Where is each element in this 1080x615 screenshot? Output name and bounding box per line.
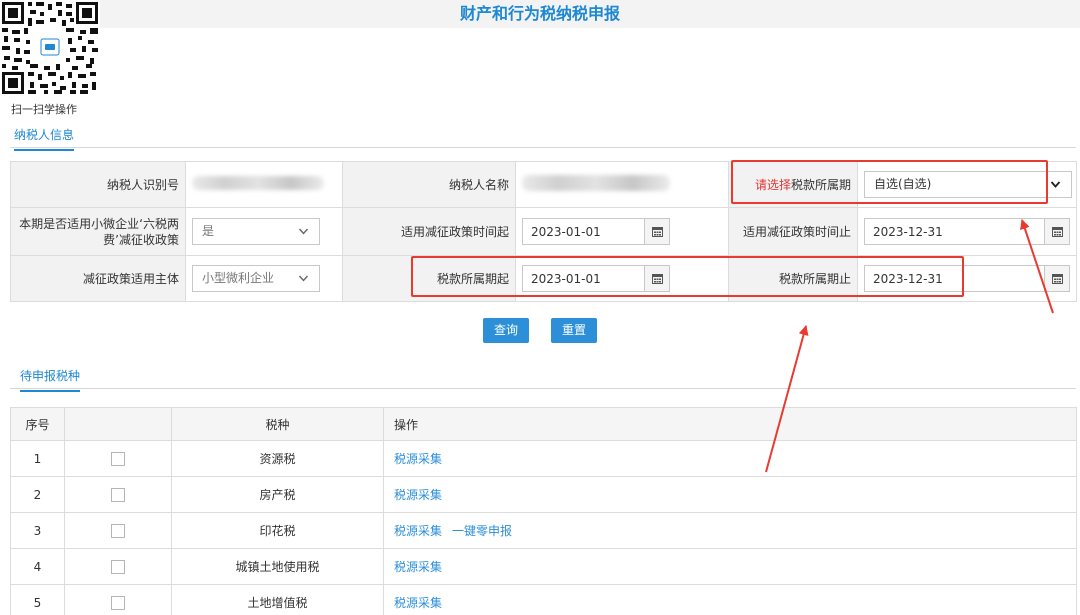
table-row: 5 土地增值税 税源采集 [10, 584, 1077, 615]
row-checkbox-cell [64, 440, 172, 477]
section-divider [10, 147, 1076, 148]
chevron-down-icon [298, 266, 309, 300]
taxpayer-info-table: 纳税人识别号 纳税人名称 请选择税款所属期 自选(自选) 本期是否适用小微企业‘… [10, 161, 1077, 302]
row-actions: 税源采集 [383, 548, 1077, 585]
row-seq: 2 [10, 476, 65, 513]
calendar-icon[interactable] [1044, 218, 1070, 245]
qr-code-icon [0, 0, 100, 96]
header-seq: 序号 [10, 407, 65, 441]
period-select-cell: 自选(自选) [857, 161, 1077, 208]
row-checkbox-cell [64, 584, 172, 615]
period-end-label: 税款所属期止 [728, 255, 858, 302]
row-checkbox-cell [64, 476, 172, 513]
relief-subject-select[interactable]: 小型微利企业 [192, 265, 320, 292]
source-collect-link[interactable]: 税源采集 [394, 488, 442, 502]
page-title: 财产和行为税纳税申报 [459, 4, 620, 23]
relief-start-input[interactable] [522, 218, 644, 245]
pending-tax-table: 序号 税种 操作 1 资源税 税源采集 2 房产税 税源采集 3 印花税 税源采… [10, 407, 1077, 615]
row-checkbox-cell [64, 512, 172, 549]
row-seq: 4 [10, 548, 65, 585]
calendar-icon[interactable] [644, 218, 670, 245]
taxpayer-name-label: 纳税人名称 [342, 161, 516, 208]
source-collect-link[interactable]: 税源采集 [394, 596, 442, 610]
header-tax: 税种 [171, 407, 384, 441]
row-actions: 税源采集 一键零申报 [383, 512, 1077, 549]
small-micro-label: 本期是否适用小微企业‘六税两费’减征收政策 [10, 207, 186, 256]
row-seq: 3 [10, 512, 65, 549]
table-row: 1 资源税 税源采集 [10, 440, 1077, 477]
period-start-label: 税款所属期起 [342, 255, 516, 302]
section-divider [10, 388, 1076, 389]
taxpayer-name-value [515, 161, 729, 208]
relief-start-cell [515, 207, 729, 256]
relief-subject-cell: 小型微利企业 [185, 255, 343, 302]
small-micro-cell: 是 [185, 207, 343, 256]
relief-start-label: 适用减征政策时间起 [342, 207, 516, 256]
row-seq: 1 [10, 440, 65, 477]
checkbox-icon[interactable] [111, 451, 125, 466]
period-start-cell [515, 255, 729, 302]
redacted-taxpayer-name [522, 175, 670, 191]
row-tax: 印花税 [171, 512, 384, 549]
row-seq: 5 [10, 584, 65, 615]
period-label: 请选择税款所属期 [728, 161, 858, 208]
table-row: 3 印花税 税源采集 一键零申报 [10, 512, 1077, 549]
relief-end-cell [857, 207, 1077, 256]
header-action: 操作 [383, 407, 1077, 441]
table-row: 2 房产税 税源采集 [10, 476, 1077, 513]
row-actions: 税源采集 [383, 476, 1077, 513]
checkbox-icon[interactable] [111, 523, 125, 538]
taxpayer-id-value [185, 161, 343, 208]
table-header-row: 序号 税种 操作 [10, 407, 1077, 441]
redacted-taxpayer-id [192, 176, 324, 190]
checkbox-icon[interactable] [111, 487, 125, 502]
period-end-cell [857, 255, 1077, 302]
checkbox-icon[interactable] [111, 595, 125, 610]
row-tax: 资源税 [171, 440, 384, 477]
checkbox-icon[interactable] [111, 559, 125, 574]
period-start-input[interactable] [522, 265, 644, 292]
qr-caption: 扫一扫学操作 [11, 103, 77, 116]
period-end-input[interactable] [864, 265, 1044, 292]
row-actions: 税源采集 [383, 440, 1077, 477]
relief-subject-label: 减征政策适用主体 [10, 255, 186, 302]
small-micro-select[interactable]: 是 [192, 218, 320, 245]
chevron-down-icon [1050, 172, 1061, 206]
calendar-icon[interactable] [644, 265, 670, 292]
relief-end-input[interactable] [864, 218, 1044, 245]
chevron-down-icon [298, 219, 309, 253]
source-collect-link[interactable]: 税源采集 [394, 524, 442, 538]
relief-end-label: 适用减征政策时间止 [728, 207, 858, 256]
row-tax: 土地增值税 [171, 584, 384, 615]
table-row: 4 城镇土地使用税 税源采集 [10, 548, 1077, 585]
row-tax: 城镇土地使用税 [171, 548, 384, 585]
zero-declare-link[interactable]: 一键零申报 [452, 524, 512, 538]
header-checkbox [64, 407, 172, 441]
row-checkbox-cell [64, 548, 172, 585]
calendar-icon[interactable] [1044, 265, 1070, 292]
row-tax: 房产税 [171, 476, 384, 513]
reset-button[interactable]: 重置 [551, 318, 598, 343]
taxpayer-id-label: 纳税人识别号 [10, 161, 186, 208]
row-actions: 税源采集 [383, 584, 1077, 615]
source-collect-link[interactable]: 税源采集 [394, 452, 442, 466]
query-button[interactable]: 查询 [483, 318, 530, 343]
source-collect-link[interactable]: 税源采集 [394, 560, 442, 574]
period-select[interactable]: 自选(自选) [864, 171, 1072, 198]
